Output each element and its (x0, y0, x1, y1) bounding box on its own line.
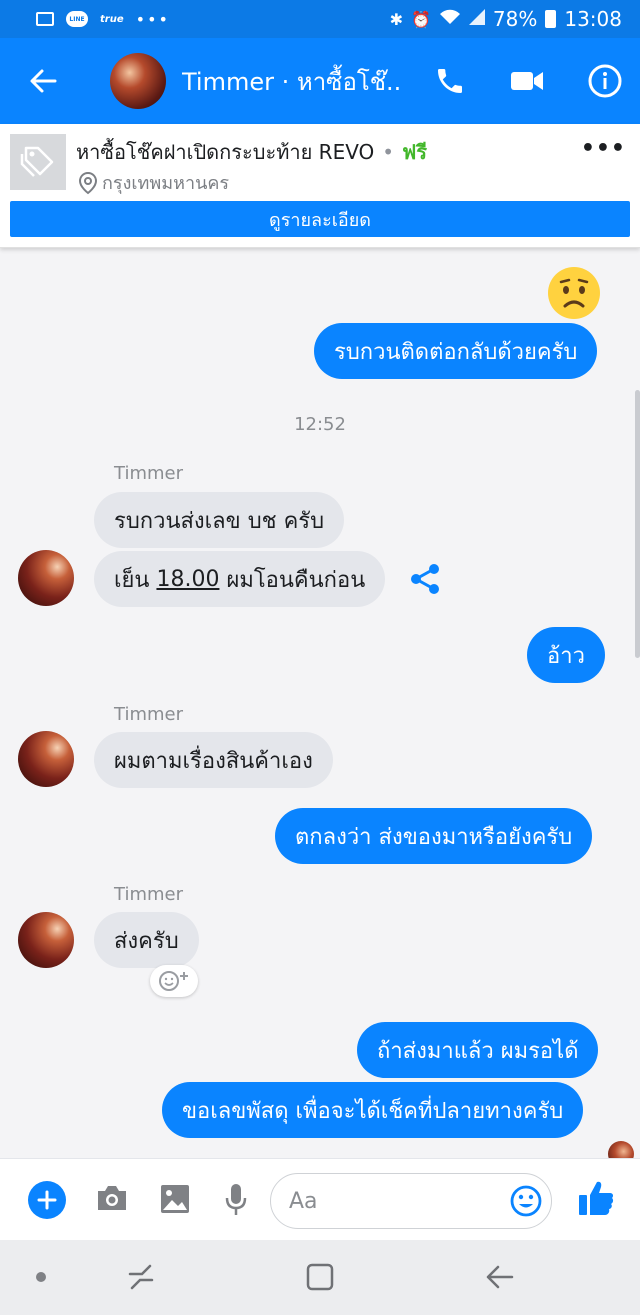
like-button[interactable] (578, 1179, 614, 1221)
video-icon (511, 72, 543, 90)
listing-thumbnail[interactable] (10, 134, 66, 190)
sender-avatar[interactable] (18, 912, 74, 968)
chat-title[interactable]: Timmer · หาซื้อโช๊... (182, 62, 400, 101)
share-button[interactable] (408, 562, 442, 600)
line-app-icon: LINE (66, 11, 88, 27)
add-reaction-button[interactable] (150, 965, 198, 997)
listing-location-row: กรุงเทพมหานคร (78, 168, 229, 197)
tag-icon (20, 146, 54, 177)
incoming-message[interactable]: ส่งครับ (94, 912, 199, 968)
gallery-icon (161, 1185, 189, 1213)
video-call-button[interactable] (510, 68, 544, 94)
phone-icon (438, 69, 462, 93)
home-icon (306, 1263, 334, 1291)
battery-percent: 78% (492, 7, 538, 31)
status-bar: LINE true ••• ✱ ⏰ 78% 13:08 (0, 0, 640, 38)
listing-title-row[interactable]: หาซื้อโช๊คฝาเปิดกระบะท้าย REVO • ฟรี (76, 136, 427, 168)
battery-icon (545, 10, 557, 28)
chat-header: Timmer · หาซื้อโช๊... (0, 38, 640, 124)
sender-name: Timmer (114, 704, 183, 725)
message-text: เย็น (114, 567, 150, 593)
more-icon[interactable]: ••• (581, 136, 626, 161)
message-timestamp: 12:52 (294, 414, 346, 435)
nav-dot-indicator[interactable] (36, 1272, 46, 1282)
sender-name: Timmer (114, 463, 183, 484)
bluetooth-icon: ✱ (389, 9, 403, 29)
signal-icon (468, 9, 485, 29)
plus-icon (37, 1190, 57, 1210)
separator-dot: • (382, 140, 395, 164)
share-icon (411, 564, 439, 594)
recent-apps-button[interactable] (126, 1262, 156, 1296)
add-reaction-icon (159, 971, 188, 991)
home-button[interactable] (305, 1262, 335, 1296)
message-text: ผมโอนคืนก่อน (226, 567, 366, 593)
outgoing-message[interactable]: รบกวนติดต่อกลับด้วยครับ (314, 323, 598, 379)
location-pin-icon (78, 171, 98, 194)
gallery-button[interactable] (159, 1183, 191, 1219)
camera-icon (98, 1186, 126, 1210)
outgoing-message[interactable]: ถ้าส่งมาแล้ว ผมรอได้ (357, 1022, 599, 1078)
carrier-label: true (100, 13, 124, 25)
emoji-button[interactable] (510, 1185, 542, 1221)
microphone-icon (225, 1184, 247, 1215)
contact-avatar[interactable] (110, 53, 166, 109)
listing-title: หาซื้อโช๊คฝาเปิดกระบะท้าย REVO (76, 140, 375, 164)
camera-button[interactable] (95, 1183, 129, 1217)
recent-apps-icon (128, 1264, 154, 1290)
listing-price: ฟรี (402, 140, 427, 164)
incoming-message[interactable]: เย็น 18.00 ผมโอนคืนก่อน (94, 551, 386, 607)
incoming-message[interactable]: รบกวนส่งเลข บช ครับ (94, 492, 345, 548)
scrollbar[interactable] (635, 390, 640, 658)
sender-avatar[interactable] (18, 731, 74, 787)
like-icon (579, 1181, 614, 1215)
listing-location: กรุงเทพมหานคร (102, 173, 230, 194)
back-button[interactable] (0, 67, 86, 95)
incoming-message[interactable]: ผมตามเรื่องสินค้าเอง (94, 732, 333, 788)
worried-emoji-message[interactable] (548, 267, 600, 319)
system-back-button[interactable] (484, 1262, 514, 1296)
gallery-notification-icon (36, 12, 54, 26)
sender-avatar[interactable] (18, 550, 74, 606)
info-icon (588, 64, 622, 98)
sender-name: Timmer (114, 884, 183, 905)
voice-call-button[interactable] (434, 65, 466, 97)
info-button[interactable] (588, 64, 622, 98)
outgoing-message[interactable]: ตกลงว่า ส่งของมาหรือยังครับ (275, 808, 593, 864)
emoji-icon (510, 1185, 542, 1217)
view-details-button[interactable]: ดูรายละเอียด (10, 201, 630, 237)
worried-face-icon (549, 268, 599, 318)
outgoing-message[interactable]: ขอเลขพัสดุ เพื่อจะได้เช็คที่ปลายทางครับ (162, 1082, 584, 1138)
clock: 13:08 (564, 7, 622, 31)
system-back-icon (486, 1265, 514, 1289)
marketplace-listing-card: หาซื้อโช๊คฝาเปิดกระบะท้าย REVO • ฟรี กรุงเ… (0, 124, 640, 248)
message-composer: Aa (0, 1158, 640, 1240)
microphone-button[interactable] (224, 1183, 248, 1221)
wifi-icon (439, 9, 461, 29)
time-link[interactable]: 18.00 (156, 567, 219, 592)
plus-button[interactable] (28, 1181, 66, 1219)
system-navigation-bar (0, 1240, 640, 1315)
outgoing-message[interactable]: อ้าว (527, 627, 605, 683)
more-notifications-icon: ••• (135, 9, 170, 29)
alarm-icon: ⏰ (410, 9, 431, 29)
back-arrow-icon (30, 69, 57, 93)
